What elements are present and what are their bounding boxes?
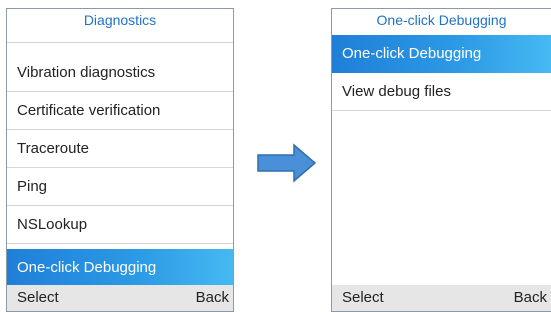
screen-title: Diagnostics bbox=[7, 9, 233, 31]
menu-item-certificate-verification[interactable]: Certificate verification bbox=[7, 92, 233, 130]
menu-item-one-click-debugging[interactable]: One-click Debugging bbox=[332, 35, 551, 73]
menu-item-vibration-diagnostics[interactable]: Vibration diagnostics bbox=[7, 54, 233, 92]
back-softkey[interactable]: Back bbox=[514, 285, 547, 311]
softkey-bar: Select Back bbox=[332, 285, 551, 311]
select-softkey[interactable]: Select bbox=[17, 285, 59, 311]
diagnostics-screen: Diagnostics Proximity sensor Vibration d… bbox=[6, 8, 234, 312]
menu-item-traceroute[interactable]: Traceroute bbox=[7, 130, 233, 168]
select-softkey[interactable]: Select bbox=[342, 285, 384, 311]
screen-title: One-click Debugging bbox=[332, 9, 551, 31]
back-softkey[interactable]: Back bbox=[196, 285, 229, 311]
menu-item-one-click-debugging[interactable]: One-click Debugging bbox=[7, 249, 233, 287]
softkey-bar: Select Back bbox=[7, 285, 233, 311]
right-arrow-icon bbox=[257, 143, 317, 183]
menu-item-ping[interactable]: Ping bbox=[7, 168, 233, 206]
menu-item-view-debug-files[interactable]: View debug files bbox=[332, 73, 551, 111]
menu-item-nslookup[interactable]: NSLookup bbox=[7, 206, 233, 244]
one-click-debugging-screen: One-click Debugging One-click Debugging … bbox=[331, 8, 551, 312]
